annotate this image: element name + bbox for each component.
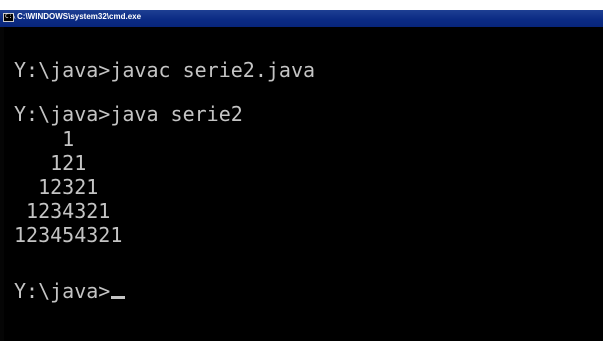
- cmd-icon-glyph: C:\: [5, 13, 16, 20]
- window-left-edge: [0, 27, 4, 341]
- command-prompt-window: C:\ C:\WINDOWS\system32\cmd.exe Y:\java>…: [0, 0, 603, 341]
- console-output-line: 1: [14, 127, 75, 151]
- console-line-command-java: Y:\java>java serie2: [14, 102, 243, 126]
- console-prompt-line[interactable]: Y:\java>: [14, 279, 126, 303]
- console-output-line: 1234321: [14, 199, 111, 223]
- cmd-icon[interactable]: C:\: [3, 13, 16, 22]
- console-output-line: 12321: [14, 175, 99, 199]
- window-title: C:\WINDOWS\system32\cmd.exe: [17, 12, 142, 21]
- console-output-line: 121: [14, 151, 87, 175]
- text-cursor: [111, 296, 126, 299]
- prompt-text: Y:\java>: [14, 279, 111, 303]
- title-bar[interactable]: C:\ C:\WINDOWS\system32\cmd.exe: [0, 0, 603, 27]
- console-line-command-javac: Y:\java>javac serie2.java: [14, 58, 316, 82]
- console-output-line: 123454321: [14, 223, 123, 247]
